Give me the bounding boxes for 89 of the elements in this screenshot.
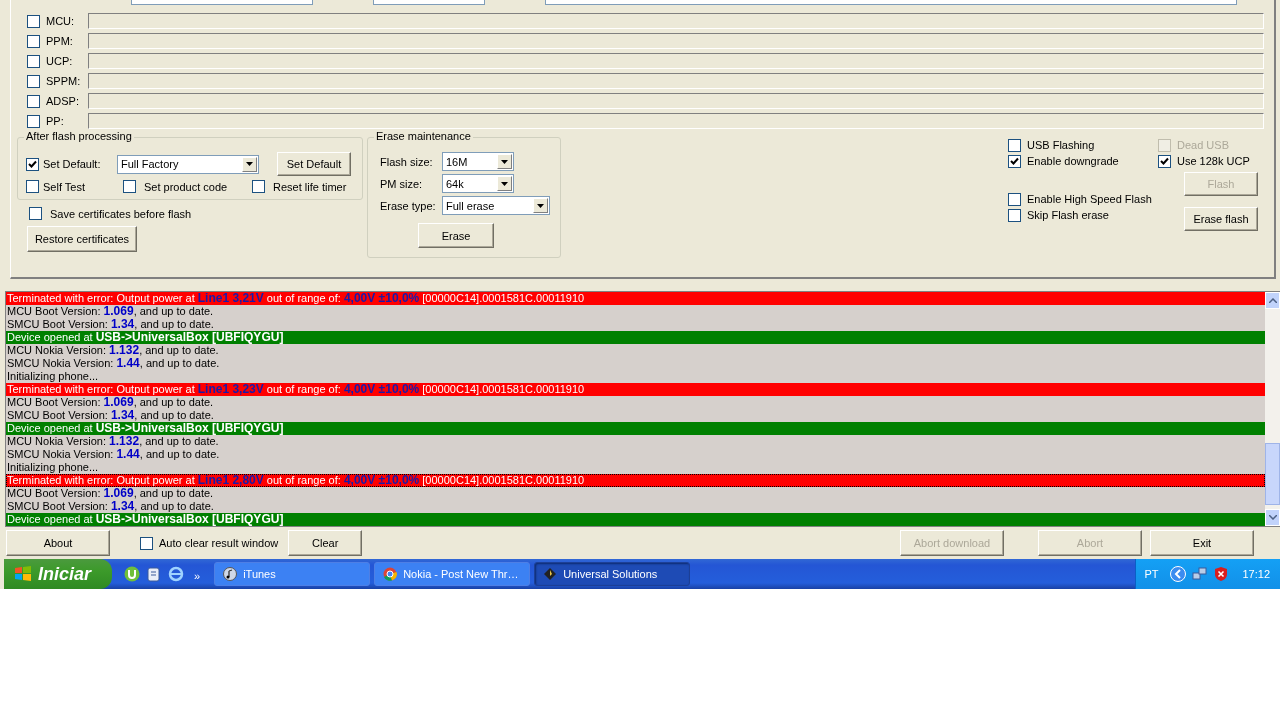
partition-label: PPM: (46, 35, 74, 47)
chevron-left-icon[interactable] (1170, 566, 1187, 582)
checkbox-label: Enable downgrade (1027, 155, 1119, 167)
dropdown-field[interactable]: Full Factory (117, 154, 259, 174)
checkbox-label: Enable High Speed Flash (1027, 193, 1152, 205)
file-path-field[interactable] (88, 93, 1264, 109)
browser-icon[interactable] (168, 566, 184, 582)
log-line: MCU Nokia Version: 1.132, and up to date. (6, 435, 219, 448)
restore-certificates-button[interactable]: Restore certificates (27, 226, 137, 252)
checkbox[interactable] (27, 54, 40, 68)
dropdown-field[interactable]: Full erase (442, 196, 550, 215)
scroll-up-icon[interactable] (1265, 292, 1280, 309)
music-note-icon (223, 567, 238, 581)
checkbox[interactable] (27, 34, 40, 48)
exit-button[interactable]: Exit (1150, 530, 1254, 556)
checkbox[interactable] (140, 536, 153, 550)
scroll-down-icon[interactable] (1265, 509, 1280, 526)
shield-icon[interactable] (1214, 566, 1229, 582)
network-icon[interactable] (1192, 566, 1209, 582)
log-line: SMCU Nokia Version: 1.44, and up to date. (6, 357, 221, 370)
checkbox-label: Auto clear result window (159, 537, 279, 549)
checkbox-label: Dead USB (1177, 139, 1229, 151)
set-default-button[interactable]: Set Default (277, 152, 351, 176)
taskbar-button[interactable]: iTunes (214, 562, 371, 586)
checkbox-label: Save certificates before flash (50, 207, 192, 220)
checkbox[interactable] (1008, 192, 1021, 206)
checkbox[interactable] (26, 157, 39, 171)
windows-logo-icon (14, 565, 32, 583)
clock: 17:12 (1242, 568, 1270, 580)
file-path-field[interactable] (88, 33, 1264, 49)
checkbox-label: Reset life timer (273, 180, 347, 193)
group-title: After flash processing (24, 130, 134, 142)
file-path-field[interactable] (88, 73, 1264, 89)
file-path-field[interactable] (88, 13, 1264, 29)
partition-label: SPPM: (46, 75, 82, 87)
clear-button[interactable]: Clear (288, 530, 363, 556)
group-title: Erase maintenance (374, 130, 473, 142)
checkbox[interactable] (26, 180, 39, 193)
dropdown-field[interactable]: 16M (442, 152, 514, 171)
partition-label: PP: (46, 115, 65, 127)
checkbox[interactable] (27, 94, 40, 108)
field-label: Erase type: (380, 199, 437, 212)
log-line: MCU Boot Version: 1.069, and up to date. (6, 487, 215, 500)
more-button[interactable]: » (194, 570, 201, 582)
scroll-thumb[interactable] (1265, 443, 1280, 505)
browser-icon (383, 567, 398, 581)
file-path-field[interactable] (88, 53, 1264, 69)
checkbox-label: Self Test (43, 180, 86, 193)
checkbox[interactable] (1008, 138, 1021, 152)
checkbox[interactable] (29, 207, 42, 220)
checkbox-label: Skip Flash erase (1027, 209, 1109, 221)
scrollbar[interactable] (1265, 292, 1280, 526)
log-line: SMCU Nokia Version: 1.44, and up to date. (6, 448, 221, 461)
taskbar-button[interactable]: Universal Solutions (534, 562, 691, 586)
log-line: MCU Boot Version: 1.069, and up to date. (6, 396, 215, 409)
checkbox[interactable] (252, 180, 265, 193)
checkbox[interactable] (1008, 154, 1021, 168)
erase-button[interactable]: Erase (418, 223, 494, 248)
log-line: MCU Boot Version: 1.069, and up to date. (6, 305, 215, 318)
checkbox[interactable] (1158, 154, 1171, 168)
log-line: Initializing phone... (6, 370, 100, 383)
file-path-field[interactable] (88, 113, 1264, 129)
log-line: SMCU Boot Version: 1.34, and up to date. (6, 500, 215, 513)
checkbox[interactable] (123, 180, 136, 193)
app-icon (543, 567, 558, 581)
partition-label: MCU: (46, 15, 76, 27)
log-line: SMCU Boot Version: 1.34, and up to date. (6, 409, 215, 422)
taskbar-button[interactable]: Nokia - Post New Thr… (374, 562, 531, 586)
log-line: MCU Nokia Version: 1.132, and up to date. (6, 344, 219, 357)
checkbox[interactable] (27, 74, 40, 88)
erase-flash-button[interactable]: Erase flash (1184, 207, 1258, 231)
start-button[interactable]: Iniciar (4, 559, 112, 589)
checkbox-label: Set product code (144, 180, 229, 193)
checkbox-label: Set Default: (43, 158, 102, 170)
partition-label: ADSP: (46, 95, 80, 107)
checkbox[interactable] (1008, 208, 1021, 222)
document-icon[interactable] (146, 566, 162, 582)
checkbox[interactable] (27, 114, 40, 128)
checkbox-label: USB Flashing (1027, 139, 1095, 151)
log-line: Initializing phone... (6, 461, 100, 474)
torrent-icon[interactable] (124, 566, 140, 582)
dropdown-field[interactable]: 64k (442, 174, 514, 193)
partition-label: UCP: (46, 55, 74, 67)
log-line: SMCU Boot Version: 1.34, and up to date. (6, 318, 215, 331)
checkbox[interactable] (27, 14, 40, 28)
field-label: Flash size: (380, 155, 434, 168)
about-button[interactable]: About (6, 530, 110, 556)
field-label: PM size: (380, 177, 424, 190)
checkbox-label: Use 128k UCP (1177, 155, 1250, 167)
